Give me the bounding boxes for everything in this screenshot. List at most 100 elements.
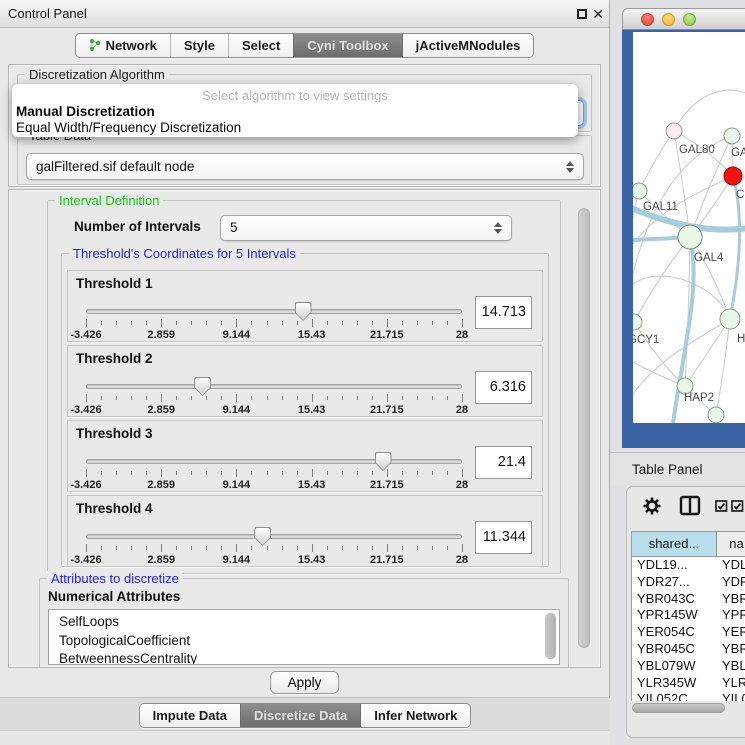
- slider-thumb[interactable]: [254, 527, 271, 546]
- interval-definition-group: Interval Definition Number of Intervals …: [47, 200, 561, 574]
- network-canvas[interactable]: GAL80GACGAL11GAL4GCY1HHAP2: [633, 32, 745, 423]
- threshold-value-field[interactable]: 14.713: [475, 296, 532, 329]
- tab-infer-network[interactable]: Infer Network: [360, 704, 470, 727]
- table-row[interactable]: YPR145WYPR1: [632, 607, 745, 624]
- network-node[interactable]: [720, 309, 740, 329]
- threshold-slider[interactable]: -3.4262.8599.14415.4321.71528: [86, 302, 462, 342]
- close-window-button[interactable]: [641, 13, 654, 26]
- tab-network[interactable]: Network: [76, 34, 170, 57]
- close-panel-icon[interactable]: ✕: [592, 0, 604, 28]
- control-panel-titlebar: Control Panel ✕: [0, 0, 609, 28]
- table-data-select[interactable]: galFiltered.sif default node: [26, 153, 584, 180]
- tab-impute-data[interactable]: Impute Data: [140, 704, 240, 727]
- slider-ticks: [86, 394, 462, 404]
- table-row[interactable]: YBR045CYBR0: [632, 641, 745, 658]
- numerical-attributes-list[interactable]: SelfLoopsTopologicalCoefficientBetweenne…: [48, 609, 560, 665]
- tab-select[interactable]: Select: [228, 34, 293, 57]
- table-cell: YPR145W: [632, 607, 717, 624]
- slider-tick-labels: -3.4262.8599.14415.4321.71528: [86, 479, 462, 492]
- tab-style[interactable]: Style: [170, 34, 228, 57]
- right-side-area: GAL80GACGAL11GAL4GCY1HHAP2 Table Panel: [610, 0, 745, 745]
- threshold-value-field[interactable]: 21.4: [475, 446, 532, 479]
- attribute-item[interactable]: TopologicalCoefficient: [49, 632, 559, 651]
- algorithm-dropdown-popup: Select algorithm to view settings Manual…: [12, 84, 578, 137]
- table-cell: YER054C: [632, 624, 717, 641]
- threshold-slider[interactable]: -3.4262.8599.14415.4321.71528: [86, 527, 462, 567]
- network-node[interactable]: [678, 225, 702, 249]
- slider-track[interactable]: [86, 534, 462, 539]
- network-node[interactable]: [708, 407, 724, 423]
- slider-thumb[interactable]: [295, 302, 312, 321]
- table-cell: YBR0: [717, 591, 745, 608]
- network-node-label: H: [737, 333, 745, 345]
- number-of-intervals-label: Number of Intervals: [74, 219, 201, 234]
- table-row[interactable]: YIL052CYIL0: [632, 691, 745, 701]
- tab-cyni-toolbox[interactable]: Cyni Toolbox: [293, 34, 401, 57]
- control-panel-tabs: NetworkStyleSelectCyni ToolboxjActiveMNo…: [75, 33, 535, 58]
- network-node-label: C: [736, 189, 744, 201]
- attribute-item[interactable]: SelfLoops: [49, 613, 559, 632]
- table-data-group: Table Data galFiltered.sif default node: [17, 135, 592, 185]
- slider-ticks: [86, 469, 462, 479]
- float-panel-icon[interactable]: [577, 9, 587, 19]
- column-view-icon[interactable]: [679, 495, 701, 516]
- table-cell: YDL1: [717, 557, 745, 574]
- table-cell: YDR2: [717, 574, 745, 591]
- table-cell: YIL0: [717, 691, 745, 701]
- table-row[interactable]: YDR27...YDR2: [632, 574, 745, 591]
- network-view-window: GAL80GACGAL11GAL4GCY1HHAP2: [622, 8, 745, 448]
- minimize-window-button[interactable]: [662, 13, 675, 26]
- cyni-mode-tabs: Impute DataDiscretize DataInfer Network: [139, 703, 472, 728]
- combo-stepper-icon: [566, 161, 574, 173]
- apply-button[interactable]: Apply: [270, 671, 340, 694]
- table-column-header[interactable]: shared...: [632, 532, 717, 556]
- table-cell: YBR043C: [632, 591, 717, 608]
- table-cell: YBL0: [717, 658, 745, 675]
- table-row[interactable]: YDL19...YDL1: [632, 557, 745, 574]
- zoom-window-button[interactable]: [683, 13, 696, 26]
- slider-track[interactable]: [86, 459, 462, 464]
- panel-scrollbar-thumb[interactable]: [578, 208, 590, 648]
- dropdown-option[interactable]: Equal Width/Frequency Discretization: [12, 120, 578, 136]
- threshold-slider[interactable]: -3.4262.8599.14415.4321.71528: [86, 452, 462, 492]
- attribute-item[interactable]: BetweennessCentrality: [49, 650, 559, 665]
- threshold-value-field[interactable]: 11.344: [475, 521, 532, 554]
- number-of-intervals-select[interactable]: 5: [220, 215, 512, 241]
- table-row[interactable]: YBL079WYBL0: [632, 658, 745, 675]
- network-node[interactable]: [666, 123, 682, 139]
- numerical-attributes-label: Numerical Attributes: [48, 589, 180, 604]
- table-horizontal-scrollbar[interactable]: [632, 703, 725, 713]
- threshold-value-field[interactable]: 6.316: [475, 371, 532, 404]
- tab-discretize-data[interactable]: Discretize Data: [240, 704, 360, 727]
- network-node[interactable]: [633, 314, 642, 330]
- tab-jactivemnodules[interactable]: jActiveMNodules: [402, 34, 534, 57]
- table-data-selected-value: galFiltered.sif default node: [36, 159, 194, 174]
- table-cell: YBR045C: [632, 641, 717, 658]
- checkbox-icon[interactable]: [715, 500, 728, 512]
- slider-thumb[interactable]: [375, 452, 392, 471]
- network-node-label: GAL4: [694, 252, 724, 264]
- node-table: shared...na YDL19...YDL1YDR27...YDR2YBR0…: [631, 531, 745, 701]
- slider-track[interactable]: [86, 384, 462, 389]
- attributes-list-scrollbar[interactable]: [545, 613, 556, 659]
- table-column-header[interactable]: na: [717, 532, 745, 556]
- attributes-group-title: Attributes to discretize: [47, 571, 183, 586]
- dropdown-options: Manual DiscretizationEqual Width/Frequen…: [12, 104, 578, 136]
- checkbox-icon[interactable]: [731, 500, 744, 512]
- gear-icon[interactable]: [642, 496, 662, 516]
- threshold-slider[interactable]: -3.4262.8599.14415.4321.71528: [86, 377, 462, 417]
- table-cell: YLR345W: [632, 675, 717, 692]
- table-row[interactable]: YLR345WYLR3: [632, 675, 745, 692]
- slider-thumb[interactable]: [194, 377, 211, 396]
- dropdown-option[interactable]: Manual Discretization: [12, 104, 578, 120]
- table-row[interactable]: YER054CYER0: [632, 624, 745, 641]
- network-node[interactable]: [633, 183, 647, 199]
- control-panel: Control Panel ✕ NetworkStyleSelectCyni T…: [0, 0, 610, 745]
- table-cell: YER0: [717, 624, 745, 641]
- table-row[interactable]: YBR043CYBR0: [632, 591, 745, 608]
- network-node[interactable]: [724, 167, 742, 185]
- slider-track[interactable]: [86, 309, 462, 314]
- table-cell: YIL052C: [632, 691, 717, 701]
- bottom-tab-row: Impute DataDiscretize DataInfer Network: [0, 700, 610, 730]
- network-node[interactable]: [724, 128, 740, 144]
